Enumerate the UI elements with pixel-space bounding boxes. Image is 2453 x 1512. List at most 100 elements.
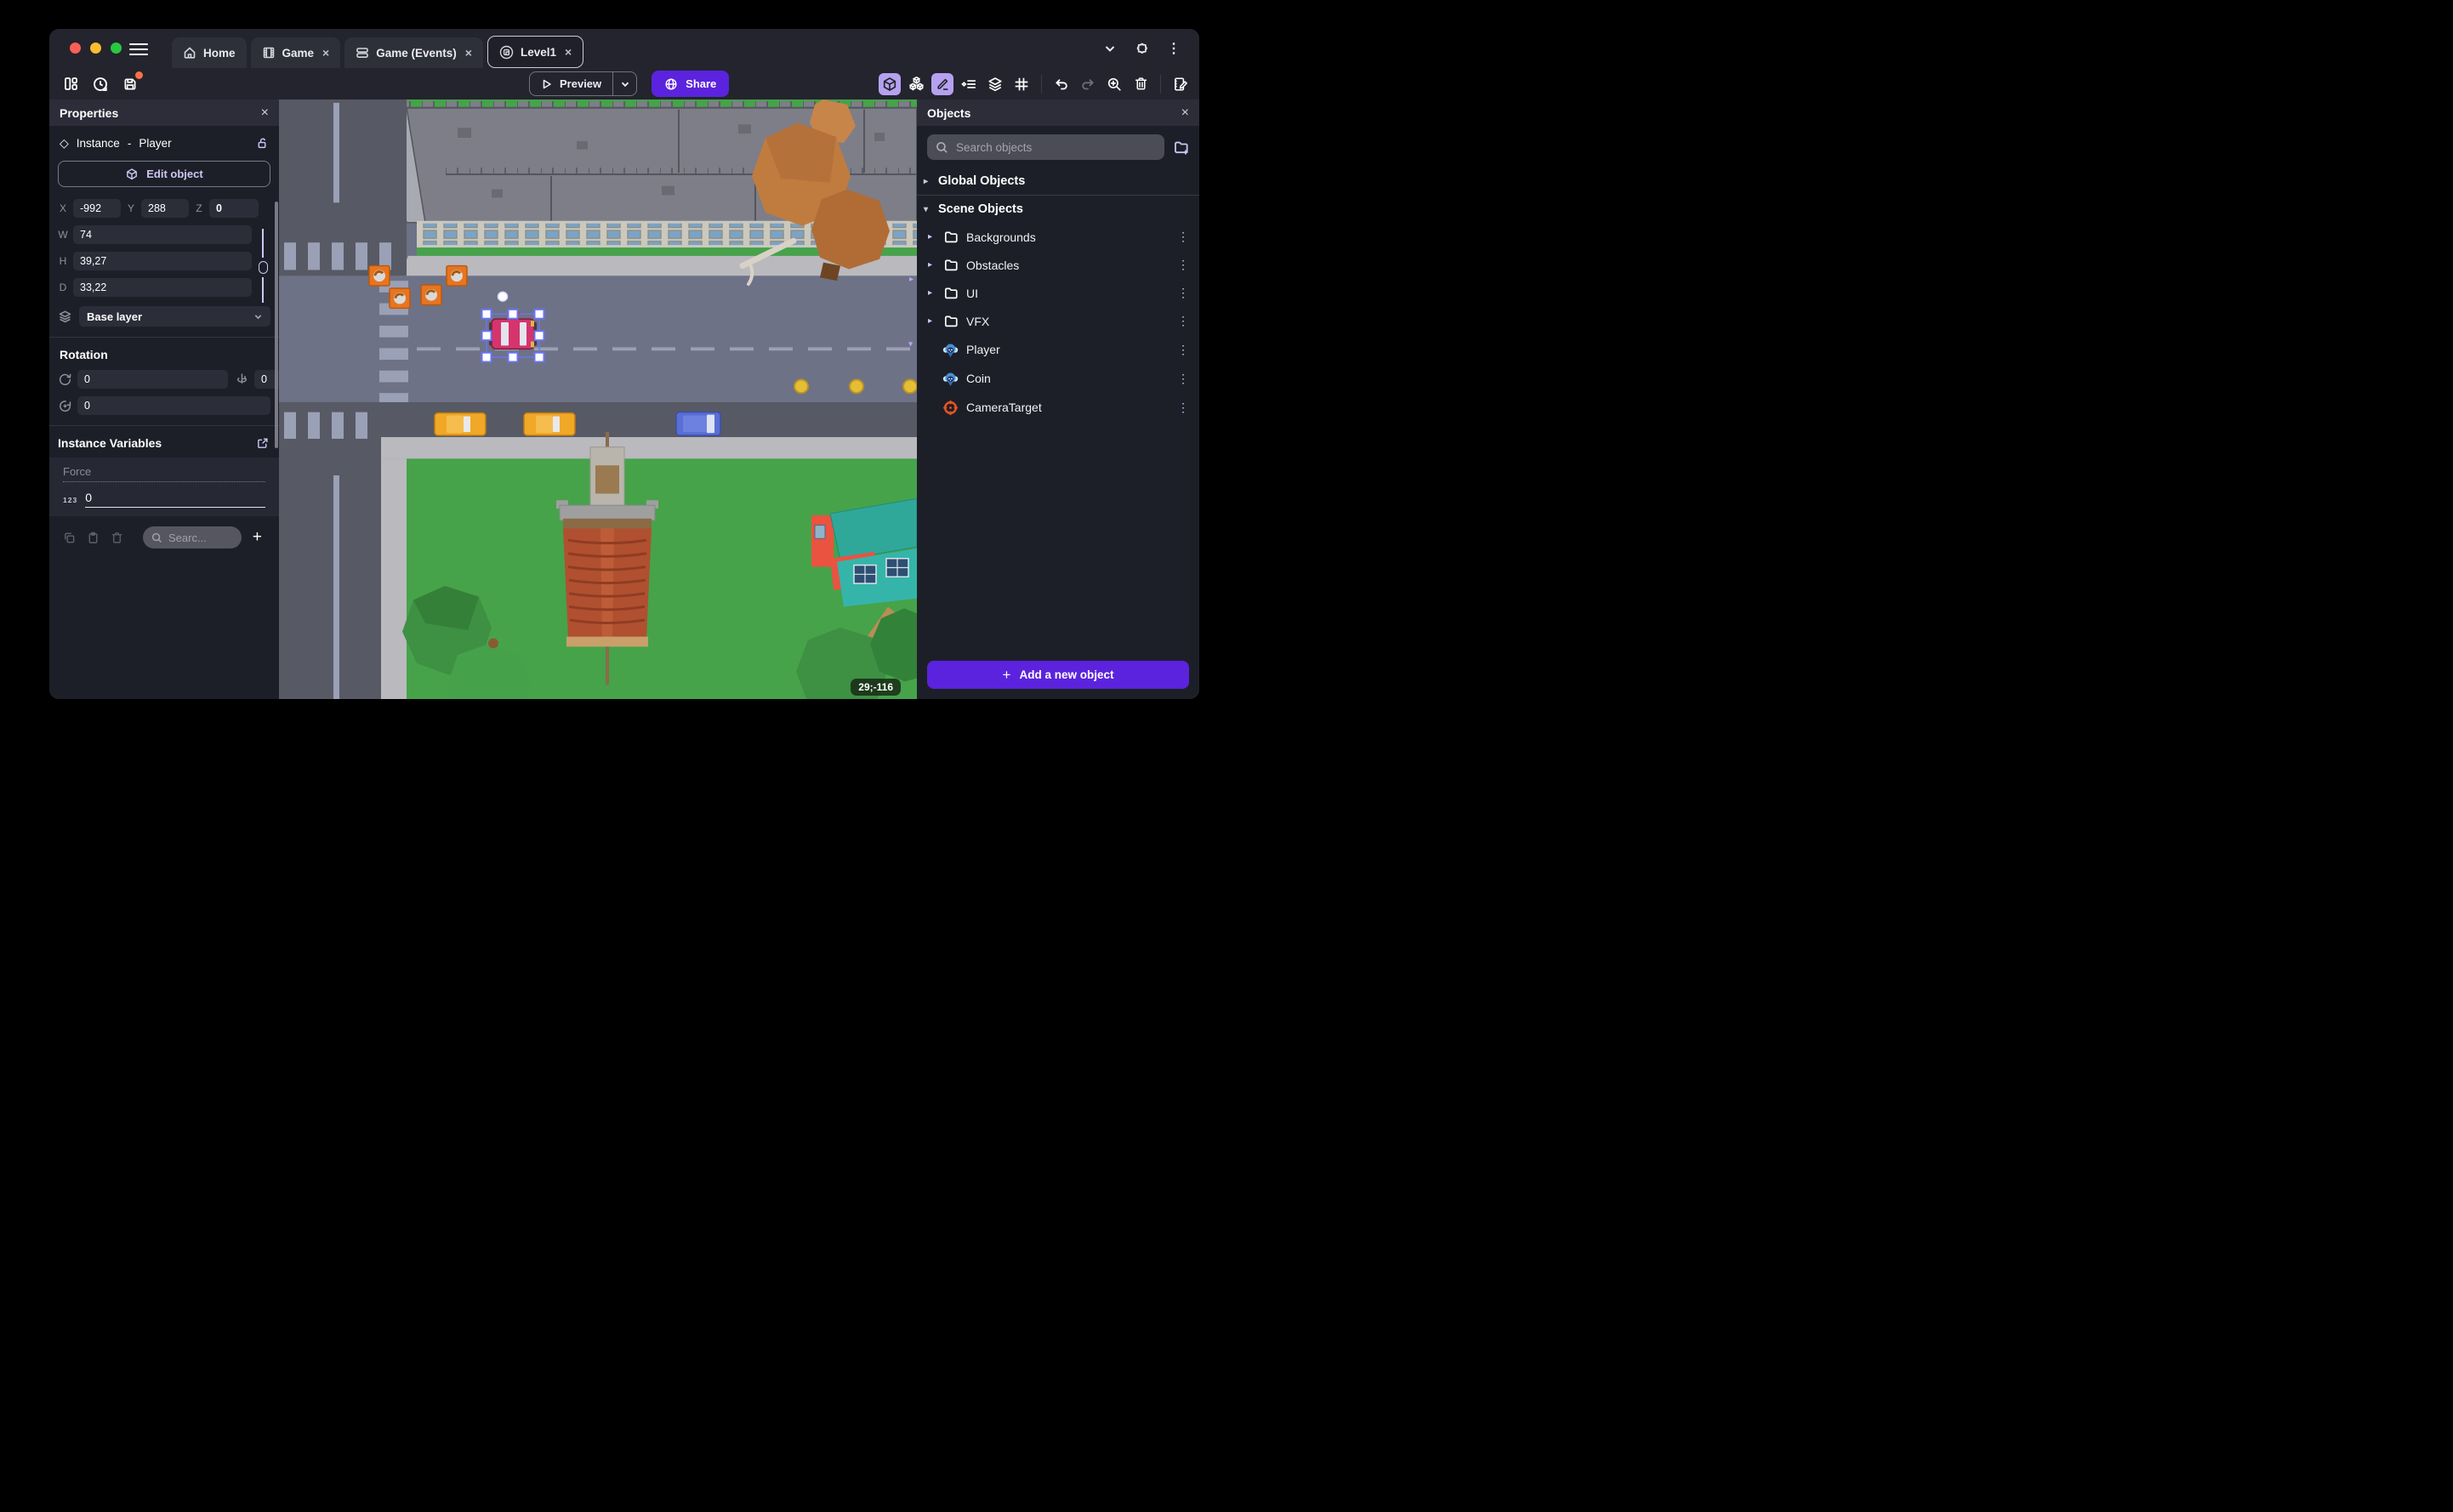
object-row-coin[interactable]: Coin ⋮ xyxy=(917,364,1199,393)
tab-home[interactable]: Home xyxy=(172,37,247,68)
scene-objects-section[interactable]: ▾ Scene Objects xyxy=(917,196,1199,223)
cursor-coordinates-badge: 29;-116 xyxy=(851,679,901,696)
maximize-window-button[interactable] xyxy=(111,43,122,54)
project-manager-icon[interactable] xyxy=(60,73,82,95)
folder-row-backgrounds[interactable]: ▸ Backgrounds ⋮ xyxy=(917,223,1199,251)
tab-close-icon[interactable]: × xyxy=(322,46,329,60)
copy-icon[interactable] xyxy=(63,531,76,544)
trash-icon[interactable] xyxy=(1130,73,1152,95)
row-menu-icon[interactable]: ⋮ xyxy=(1177,286,1189,300)
close-icon[interactable]: × xyxy=(1181,105,1189,121)
folder-label: Obstacles xyxy=(966,258,1020,272)
objects-stack-icon[interactable] xyxy=(905,73,927,95)
x-input[interactable] xyxy=(73,199,121,218)
edit-mode-pencil-icon[interactable] xyxy=(931,72,953,95)
search-icon xyxy=(151,532,162,543)
scene-render: ▸ ▾ xyxy=(279,99,917,699)
divider xyxy=(1160,74,1161,94)
depth-input[interactable] xyxy=(73,278,252,297)
add-folder-icon[interactable] xyxy=(1173,139,1189,156)
minimize-window-button[interactable] xyxy=(90,43,101,54)
object-label: Player xyxy=(966,343,1000,356)
tab-game[interactable]: Game × xyxy=(250,37,341,68)
row-menu-icon[interactable]: ⋮ xyxy=(1177,230,1189,244)
x-label: X xyxy=(59,202,66,214)
chevron-down-icon[interactable] xyxy=(1103,42,1117,55)
undo-icon[interactable] xyxy=(1050,73,1073,95)
tab-label: Game (Events) xyxy=(376,46,457,60)
zoom-in-icon[interactable] xyxy=(1103,73,1125,95)
folder-row-vfx[interactable]: ▸ VFX ⋮ xyxy=(917,307,1199,335)
objects-search-input[interactable] xyxy=(956,140,1156,154)
folder-icon xyxy=(942,258,959,273)
object-row-player[interactable]: Player ⋮ xyxy=(917,335,1199,364)
object-row-cameratarget[interactable]: CameraTarget ⋮ xyxy=(917,393,1199,422)
extensions-puzzle-icon[interactable] xyxy=(1135,42,1149,56)
folder-row-obstacles[interactable]: ▸ Obstacles ⋮ xyxy=(917,251,1199,279)
chevron-right-icon[interactable]: ▸ xyxy=(925,288,935,298)
tab-close-icon[interactable]: × xyxy=(465,46,472,60)
link-dimensions-toggle[interactable] xyxy=(255,225,270,304)
y-input[interactable] xyxy=(141,199,189,218)
open-in-new-icon[interactable] xyxy=(256,437,269,450)
tab-game-events[interactable]: Game (Events) × xyxy=(344,37,483,68)
global-objects-section[interactable]: ▸ Global Objects xyxy=(917,168,1199,195)
variable-name[interactable]: Force xyxy=(63,465,265,482)
add-new-object-button[interactable]: + Add a new object xyxy=(927,661,1189,689)
save-icon[interactable] xyxy=(119,71,143,95)
chevron-right-icon[interactable]: ▸ xyxy=(925,316,935,326)
variables-table: Force 123 0 xyxy=(49,458,279,516)
chevron-right-icon: ▸ xyxy=(924,176,929,186)
preview-options-chevron[interactable] xyxy=(613,79,636,89)
titlebar: Home Game × Game (Events) × Level1 × ⋮ xyxy=(49,29,1199,68)
objects-search[interactable] xyxy=(927,134,1164,160)
scrollbar[interactable] xyxy=(275,202,278,448)
scene-canvas[interactable]: ▸ ▾ 29;-116 xyxy=(279,99,917,699)
rotation-x-input[interactable] xyxy=(77,370,228,389)
row-menu-icon[interactable]: ⋮ xyxy=(1177,314,1189,328)
variables-search-input[interactable] xyxy=(168,531,233,544)
variables-search[interactable] xyxy=(143,526,242,549)
main-menu-icon[interactable] xyxy=(129,40,148,59)
scene-properties-icon[interactable] xyxy=(1170,73,1192,95)
share-button[interactable]: Share xyxy=(652,71,730,97)
history-icon[interactable] xyxy=(89,73,111,95)
layers-icon[interactable] xyxy=(984,73,1006,95)
rotation-z-input[interactable] xyxy=(77,396,270,415)
chevron-down-icon xyxy=(253,312,263,321)
folder-label: Backgrounds xyxy=(966,230,1036,244)
variable-value[interactable]: 0 xyxy=(85,491,265,508)
lock-open-icon[interactable] xyxy=(256,137,269,150)
grid-icon[interactable] xyxy=(1010,73,1033,95)
unsaved-changes-dot xyxy=(135,71,143,79)
layer-select[interactable]: Base layer xyxy=(79,306,270,327)
player-object-thumbnail-icon xyxy=(942,342,959,358)
tab-level1[interactable]: Level1 × xyxy=(487,36,584,68)
preview-button-group: Preview xyxy=(529,71,638,96)
object-label: Coin xyxy=(966,372,991,385)
edit-object-button[interactable]: Edit object xyxy=(58,161,270,187)
instances-list-icon[interactable] xyxy=(958,73,980,95)
close-window-button[interactable] xyxy=(70,43,81,54)
trash-icon[interactable] xyxy=(111,531,123,544)
height-input[interactable] xyxy=(73,252,252,270)
tab-close-icon[interactable]: × xyxy=(565,45,572,59)
preview-button[interactable]: Preview xyxy=(530,77,612,90)
close-icon[interactable]: × xyxy=(261,105,269,121)
row-menu-icon[interactable]: ⋮ xyxy=(1177,401,1189,415)
more-menu-icon[interactable]: ⋮ xyxy=(1167,40,1181,57)
layers-icon xyxy=(58,310,72,324)
redo-icon[interactable] xyxy=(1077,73,1099,95)
row-menu-icon[interactable]: ⋮ xyxy=(1177,372,1189,386)
toggle-3d-view-icon[interactable] xyxy=(879,72,901,95)
paste-icon[interactable] xyxy=(87,531,100,544)
z-label: Z xyxy=(196,202,202,214)
z-input[interactable] xyxy=(209,199,259,218)
row-menu-icon[interactable]: ⋮ xyxy=(1177,258,1189,272)
add-variable-button[interactable]: + xyxy=(253,528,265,547)
chevron-right-icon[interactable]: ▸ xyxy=(925,232,935,242)
chevron-right-icon[interactable]: ▸ xyxy=(925,260,935,270)
row-menu-icon[interactable]: ⋮ xyxy=(1177,343,1189,357)
folder-row-ui[interactable]: ▸ UI ⋮ xyxy=(917,279,1199,307)
width-input[interactable] xyxy=(73,225,252,244)
